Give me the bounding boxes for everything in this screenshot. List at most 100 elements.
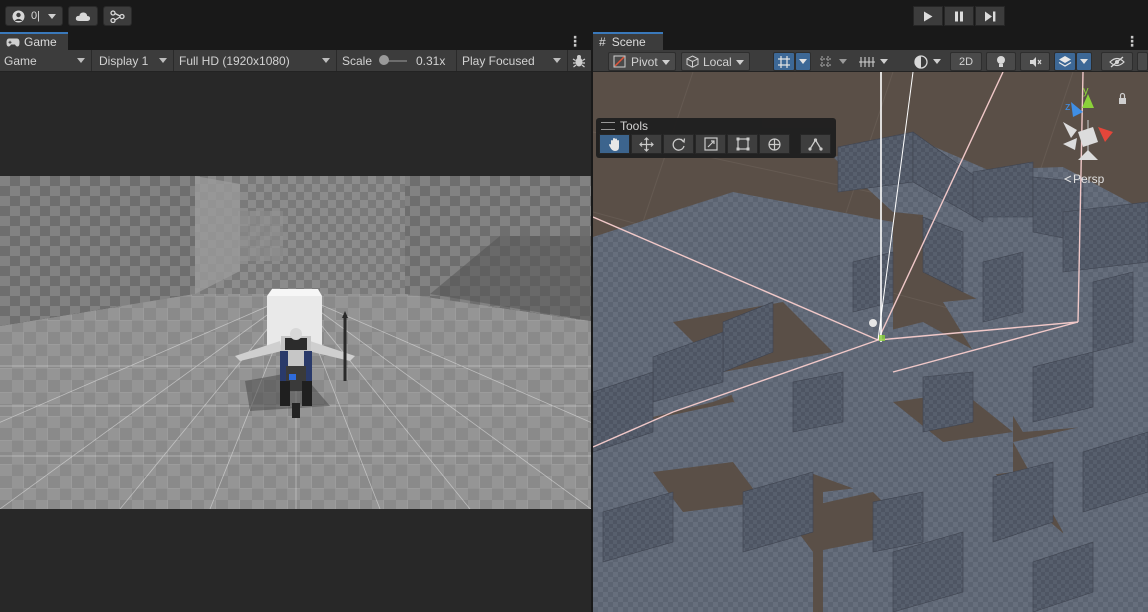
pause-icon bbox=[955, 11, 963, 21]
local-label: Local bbox=[703, 54, 732, 69]
drag-handle-icon[interactable] bbox=[601, 122, 615, 130]
play-mode-dropdown-label: Play Focused bbox=[462, 53, 535, 68]
chevron-down-icon bbox=[322, 58, 330, 63]
game-panel: Game ⋮ Game Display 1 Full HD (1920x1080… bbox=[0, 31, 591, 612]
gamepad-icon bbox=[6, 38, 20, 46]
snap-increment-icon bbox=[820, 55, 832, 68]
effects-menu[interactable] bbox=[1076, 52, 1092, 71]
chevron-down-icon bbox=[662, 60, 670, 65]
tab-game[interactable]: Game bbox=[0, 32, 68, 50]
kebab-menu-icon[interactable]: ⋮ bbox=[1125, 33, 1139, 50]
view-dropdown-label: Game bbox=[4, 53, 37, 68]
transform-icon bbox=[768, 137, 781, 151]
resolution-dropdown-label: Full HD (1920x1080) bbox=[179, 53, 290, 68]
draw-mode-button[interactable] bbox=[909, 52, 945, 71]
2d-toggle[interactable]: 2D bbox=[950, 52, 982, 71]
pivot-dropdown[interactable]: Pivot bbox=[608, 52, 676, 71]
pivot-label: Pivot bbox=[631, 54, 658, 69]
scene-tab-row: # Scene ⋮ bbox=[593, 31, 1148, 50]
transform-tool-button[interactable] bbox=[759, 134, 790, 154]
scale-icon bbox=[703, 137, 718, 151]
scene-visibility-toggle[interactable] bbox=[1101, 52, 1133, 71]
chevron-down-icon bbox=[839, 59, 847, 64]
grid-visibility-icon bbox=[858, 56, 875, 67]
grid-visibility-button[interactable] bbox=[855, 52, 891, 71]
collab-icon bbox=[110, 9, 125, 23]
stats-bug-button[interactable] bbox=[570, 52, 588, 69]
play-mode-dropdown[interactable]: Play Focused bbox=[458, 50, 568, 71]
gizmo-y-label: y bbox=[1083, 85, 1089, 97]
grid-snap-toggle[interactable] bbox=[773, 52, 795, 71]
scale-tool-button[interactable] bbox=[695, 134, 726, 154]
tools-title: Tools bbox=[620, 119, 649, 133]
move-arrows-icon bbox=[639, 136, 654, 152]
scene-toolbar: Pivot Local 2D bbox=[593, 50, 1148, 72]
chevron-down-icon bbox=[932, 59, 941, 64]
view-dropdown[interactable]: Game bbox=[0, 50, 92, 71]
tab-scene[interactable]: # Scene bbox=[593, 32, 663, 50]
lighting-toggle[interactable] bbox=[986, 52, 1016, 71]
rect-tool-button[interactable] bbox=[727, 134, 758, 154]
scene-viewport[interactable]: y z Persp Tools bbox=[593, 72, 1148, 612]
display-dropdown-label: Display 1 bbox=[99, 53, 149, 68]
effects-layers-icon bbox=[1058, 56, 1072, 67]
rotate-tool-button[interactable] bbox=[663, 134, 694, 154]
shading-sphere-icon bbox=[913, 54, 928, 69]
bug-icon bbox=[572, 54, 586, 67]
resolution-dropdown[interactable]: Full HD (1920x1080) bbox=[175, 50, 337, 71]
step-icon bbox=[985, 11, 996, 21]
rect-transform-icon bbox=[736, 137, 749, 151]
cloud-button[interactable] bbox=[68, 6, 98, 26]
hand-tool-button[interactable] bbox=[599, 134, 630, 154]
game-render bbox=[0, 176, 591, 509]
2d-label: 2D bbox=[958, 55, 974, 68]
increment-snap-button[interactable] bbox=[815, 52, 851, 71]
game-tab-row: Game ⋮ bbox=[0, 31, 591, 50]
effects-toggle[interactable] bbox=[1054, 52, 1076, 71]
scale-control: Scale 0.31x bbox=[338, 50, 457, 71]
top-toolbar: 0| bbox=[0, 0, 1148, 31]
account-label: 0| bbox=[31, 10, 40, 22]
play-icon bbox=[924, 11, 933, 21]
lightbulb-icon bbox=[997, 56, 1005, 67]
local-dropdown[interactable]: Local bbox=[681, 52, 750, 71]
overflow-button[interactable] bbox=[1137, 52, 1148, 71]
grid-snap-icon bbox=[778, 55, 790, 68]
tab-label: Game bbox=[24, 35, 57, 49]
chevron-down-icon bbox=[1080, 59, 1088, 64]
custom-editor-tool-icon bbox=[808, 137, 823, 151]
scale-slider-thumb[interactable] bbox=[379, 55, 389, 65]
display-dropdown[interactable]: Display 1 bbox=[93, 50, 174, 71]
play-button[interactable] bbox=[913, 6, 943, 26]
step-button[interactable] bbox=[975, 6, 1005, 26]
audio-toggle[interactable] bbox=[1020, 52, 1050, 71]
collab-button[interactable] bbox=[103, 6, 132, 26]
kebab-menu-icon[interactable]: ⋮ bbox=[568, 33, 582, 50]
chevron-down-icon bbox=[736, 60, 744, 65]
custom-tool-button[interactable] bbox=[800, 134, 831, 154]
tools-overlay: Tools bbox=[596, 118, 836, 158]
chevron-down-icon bbox=[159, 58, 167, 63]
chevron-down-icon bbox=[879, 59, 888, 64]
scale-value: 0.31x bbox=[416, 53, 446, 68]
scene-panel: # Scene ⋮ Pivot Local 2D y z Persp Tools bbox=[593, 31, 1148, 612]
cube-icon bbox=[686, 55, 699, 68]
game-viewport[interactable] bbox=[0, 176, 591, 509]
chevron-down-icon bbox=[553, 58, 561, 63]
svg-text:Persp: Persp bbox=[1073, 172, 1105, 186]
hidden-eye-icon bbox=[1109, 56, 1125, 67]
cloud-icon bbox=[75, 11, 91, 21]
scale-label: Scale bbox=[342, 53, 373, 68]
account-button[interactable]: 0| bbox=[5, 6, 63, 26]
pivot-icon bbox=[613, 55, 626, 68]
move-tool-button[interactable] bbox=[631, 134, 662, 154]
account-icon bbox=[12, 10, 25, 22]
rotate-icon bbox=[672, 137, 686, 151]
pause-button[interactable] bbox=[944, 6, 974, 26]
grid-hash-icon: # bbox=[599, 35, 606, 49]
grid-snap-menu[interactable] bbox=[795, 52, 811, 71]
chevron-down-icon bbox=[799, 59, 807, 64]
game-toolbar: Game Display 1 Full HD (1920x1080) Scale… bbox=[0, 50, 591, 72]
tab-label: Scene bbox=[611, 35, 646, 49]
hand-icon bbox=[608, 137, 619, 151]
